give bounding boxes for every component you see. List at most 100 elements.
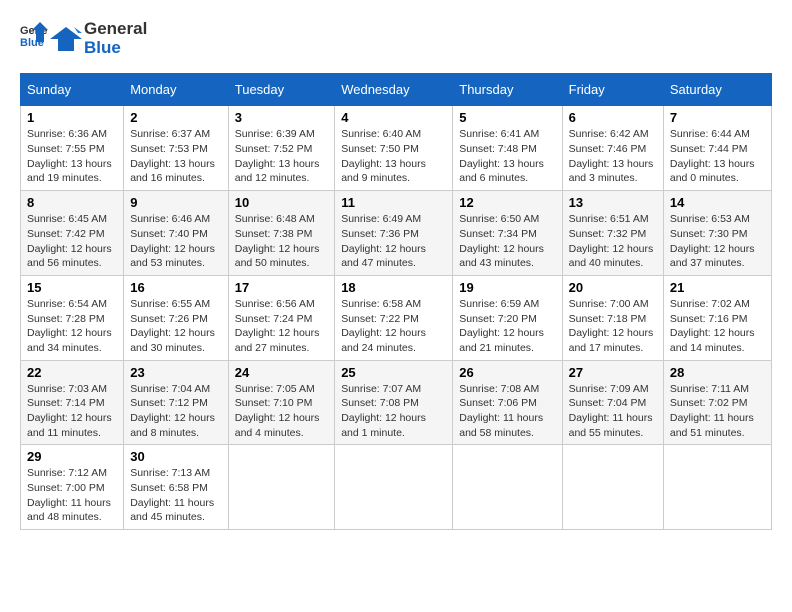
sunset-text: Sunset: 7:16 PM: [670, 313, 748, 325]
calendar-cell: 17Sunrise: 6:56 AMSunset: 7:24 PMDayligh…: [228, 275, 334, 360]
calendar-cell: 25Sunrise: 7:07 AMSunset: 7:08 PMDayligh…: [335, 360, 453, 445]
sunset-text: Sunset: 7:24 PM: [235, 313, 313, 325]
sunset-text: Sunset: 7:00 PM: [27, 482, 105, 494]
sunrise-text: Sunrise: 7:05 AM: [235, 383, 315, 395]
sunset-text: Sunset: 7:50 PM: [341, 143, 419, 155]
day-number: 19: [459, 280, 555, 295]
daylight-text: Daylight: 12 hours and 40 minutes.: [569, 243, 654, 270]
calendar-week-row: 15Sunrise: 6:54 AMSunset: 7:28 PMDayligh…: [21, 275, 772, 360]
day-number: 6: [569, 110, 657, 125]
daylight-text: Daylight: 12 hours and 24 minutes.: [341, 327, 426, 354]
logo-general-text: General: [84, 20, 147, 39]
daylight-text: Daylight: 11 hours and 45 minutes.: [130, 497, 214, 524]
sunrise-text: Sunrise: 6:45 AM: [27, 213, 107, 225]
calendar-cell: 6Sunrise: 6:42 AMSunset: 7:46 PMDaylight…: [562, 106, 663, 191]
sunset-text: Sunset: 7:12 PM: [130, 397, 208, 409]
day-number: 29: [27, 449, 117, 464]
daylight-text: Daylight: 12 hours and 17 minutes.: [569, 327, 654, 354]
calendar-cell: 14Sunrise: 6:53 AMSunset: 7:30 PMDayligh…: [663, 191, 771, 276]
calendar-cell: 8Sunrise: 6:45 AMSunset: 7:42 PMDaylight…: [21, 191, 124, 276]
sunrise-text: Sunrise: 7:12 AM: [27, 467, 107, 479]
sunrise-text: Sunrise: 6:59 AM: [459, 298, 539, 310]
day-number: 10: [235, 195, 328, 210]
daylight-text: Daylight: 12 hours and 53 minutes.: [130, 243, 215, 270]
daylight-text: Daylight: 13 hours and 16 minutes.: [130, 158, 215, 185]
sunrise-text: Sunrise: 7:04 AM: [130, 383, 210, 395]
calendar-cell: 16Sunrise: 6:55 AMSunset: 7:26 PMDayligh…: [124, 275, 229, 360]
calendar-cell: 28Sunrise: 7:11 AMSunset: 7:02 PMDayligh…: [663, 360, 771, 445]
day-number: 28: [670, 365, 765, 380]
day-number: 2: [130, 110, 222, 125]
sunset-text: Sunset: 7:22 PM: [341, 313, 419, 325]
calendar-week-row: 29 Sunrise: 7:12 AM Sunset: 7:00 PM Dayligh…: [21, 445, 772, 530]
weekday-header-thursday: Thursday: [453, 74, 562, 106]
sunrise-text: Sunrise: 6:53 AM: [670, 213, 750, 225]
calendar-cell: 30Sunrise: 7:13 AMSunset: 6:58 PMDayligh…: [124, 445, 229, 530]
sunset-text: Sunset: 7:06 PM: [459, 397, 537, 409]
logo-icon: General Blue: [20, 20, 48, 48]
sunset-text: Sunset: 7:02 PM: [670, 397, 748, 409]
daylight-text: Daylight: 13 hours and 19 minutes.: [27, 158, 112, 185]
calendar-cell: 3Sunrise: 6:39 AMSunset: 7:52 PMDaylight…: [228, 106, 334, 191]
logo-blue-text: Blue: [84, 39, 147, 58]
sunset-text: Sunset: 7:20 PM: [459, 313, 537, 325]
day-number: 7: [670, 110, 765, 125]
calendar-week-row: 22Sunrise: 7:03 AMSunset: 7:14 PMDayligh…: [21, 360, 772, 445]
daylight-text: Daylight: 13 hours and 9 minutes.: [341, 158, 426, 185]
day-number: 14: [670, 195, 765, 210]
calendar-cell: 4Sunrise: 6:40 AMSunset: 7:50 PMDaylight…: [335, 106, 453, 191]
sunset-text: Sunset: 7:18 PM: [569, 313, 647, 325]
daylight-text: Daylight: 12 hours and 50 minutes.: [235, 243, 320, 270]
day-number: 21: [670, 280, 765, 295]
day-number: 24: [235, 365, 328, 380]
daylight-text: Daylight: 13 hours and 0 minutes.: [670, 158, 755, 185]
day-number: 9: [130, 195, 222, 210]
sunset-text: Sunset: 7:40 PM: [130, 228, 208, 240]
calendar-cell: 11Sunrise: 6:49 AMSunset: 7:36 PMDayligh…: [335, 191, 453, 276]
weekday-header-tuesday: Tuesday: [228, 74, 334, 106]
calendar-cell: [453, 445, 562, 530]
calendar-cell: [562, 445, 663, 530]
calendar-cell: 13Sunrise: 6:51 AMSunset: 7:32 PMDayligh…: [562, 191, 663, 276]
calendar-cell: [335, 445, 453, 530]
sunrise-text: Sunrise: 7:00 AM: [569, 298, 649, 310]
daylight-text: Daylight: 12 hours and 14 minutes.: [670, 327, 755, 354]
calendar-table: SundayMondayTuesdayWednesdayThursdayFrid…: [20, 73, 772, 530]
daylight-text: Daylight: 12 hours and 47 minutes.: [341, 243, 426, 270]
sunrise-text: Sunrise: 6:46 AM: [130, 213, 210, 225]
day-number: 30: [130, 449, 222, 464]
calendar-cell: 19Sunrise: 6:59 AMSunset: 7:20 PMDayligh…: [453, 275, 562, 360]
calendar-cell: 12Sunrise: 6:50 AMSunset: 7:34 PMDayligh…: [453, 191, 562, 276]
calendar-cell: 22Sunrise: 7:03 AMSunset: 7:14 PMDayligh…: [21, 360, 124, 445]
calendar-cell: 27Sunrise: 7:09 AMSunset: 7:04 PMDayligh…: [562, 360, 663, 445]
daylight-text: Daylight: 11 hours and 51 minutes.: [670, 412, 754, 439]
daylight-text: Daylight: 12 hours and 30 minutes.: [130, 327, 215, 354]
daylight-text: Daylight: 12 hours and 56 minutes.: [27, 243, 112, 270]
sunrise-text: Sunrise: 6:40 AM: [341, 128, 421, 140]
daylight-text: Daylight: 12 hours and 8 minutes.: [130, 412, 215, 439]
sunset-text: Sunset: 7:52 PM: [235, 143, 313, 155]
sunset-text: Sunset: 7:14 PM: [27, 397, 105, 409]
sunset-text: Sunset: 7:34 PM: [459, 228, 537, 240]
daylight-text: Daylight: 13 hours and 6 minutes.: [459, 158, 544, 185]
sunrise-text: Sunrise: 6:55 AM: [130, 298, 210, 310]
day-number: 25: [341, 365, 446, 380]
calendar-week-row: 1Sunrise: 6:36 AMSunset: 7:55 PMDaylight…: [21, 106, 772, 191]
sunrise-text: Sunrise: 6:54 AM: [27, 298, 107, 310]
daylight-text: Daylight: 11 hours and 48 minutes.: [27, 497, 111, 524]
sunrise-text: Sunrise: 6:56 AM: [235, 298, 315, 310]
day-number: 26: [459, 365, 555, 380]
weekday-header-monday: Monday: [124, 74, 229, 106]
calendar-week-row: 8Sunrise: 6:45 AMSunset: 7:42 PMDaylight…: [21, 191, 772, 276]
sunrise-text: Sunrise: 6:39 AM: [235, 128, 315, 140]
sunset-text: Sunset: 7:36 PM: [341, 228, 419, 240]
day-number: 12: [459, 195, 555, 210]
daylight-text: Daylight: 12 hours and 43 minutes.: [459, 243, 544, 270]
day-number: 3: [235, 110, 328, 125]
logo: General Blue General Blue: [20, 20, 147, 57]
day-number: 17: [235, 280, 328, 295]
sunset-text: Sunset: 7:08 PM: [341, 397, 419, 409]
calendar-cell: [228, 445, 334, 530]
sunset-text: Sunset: 7:30 PM: [670, 228, 748, 240]
day-number: 16: [130, 280, 222, 295]
